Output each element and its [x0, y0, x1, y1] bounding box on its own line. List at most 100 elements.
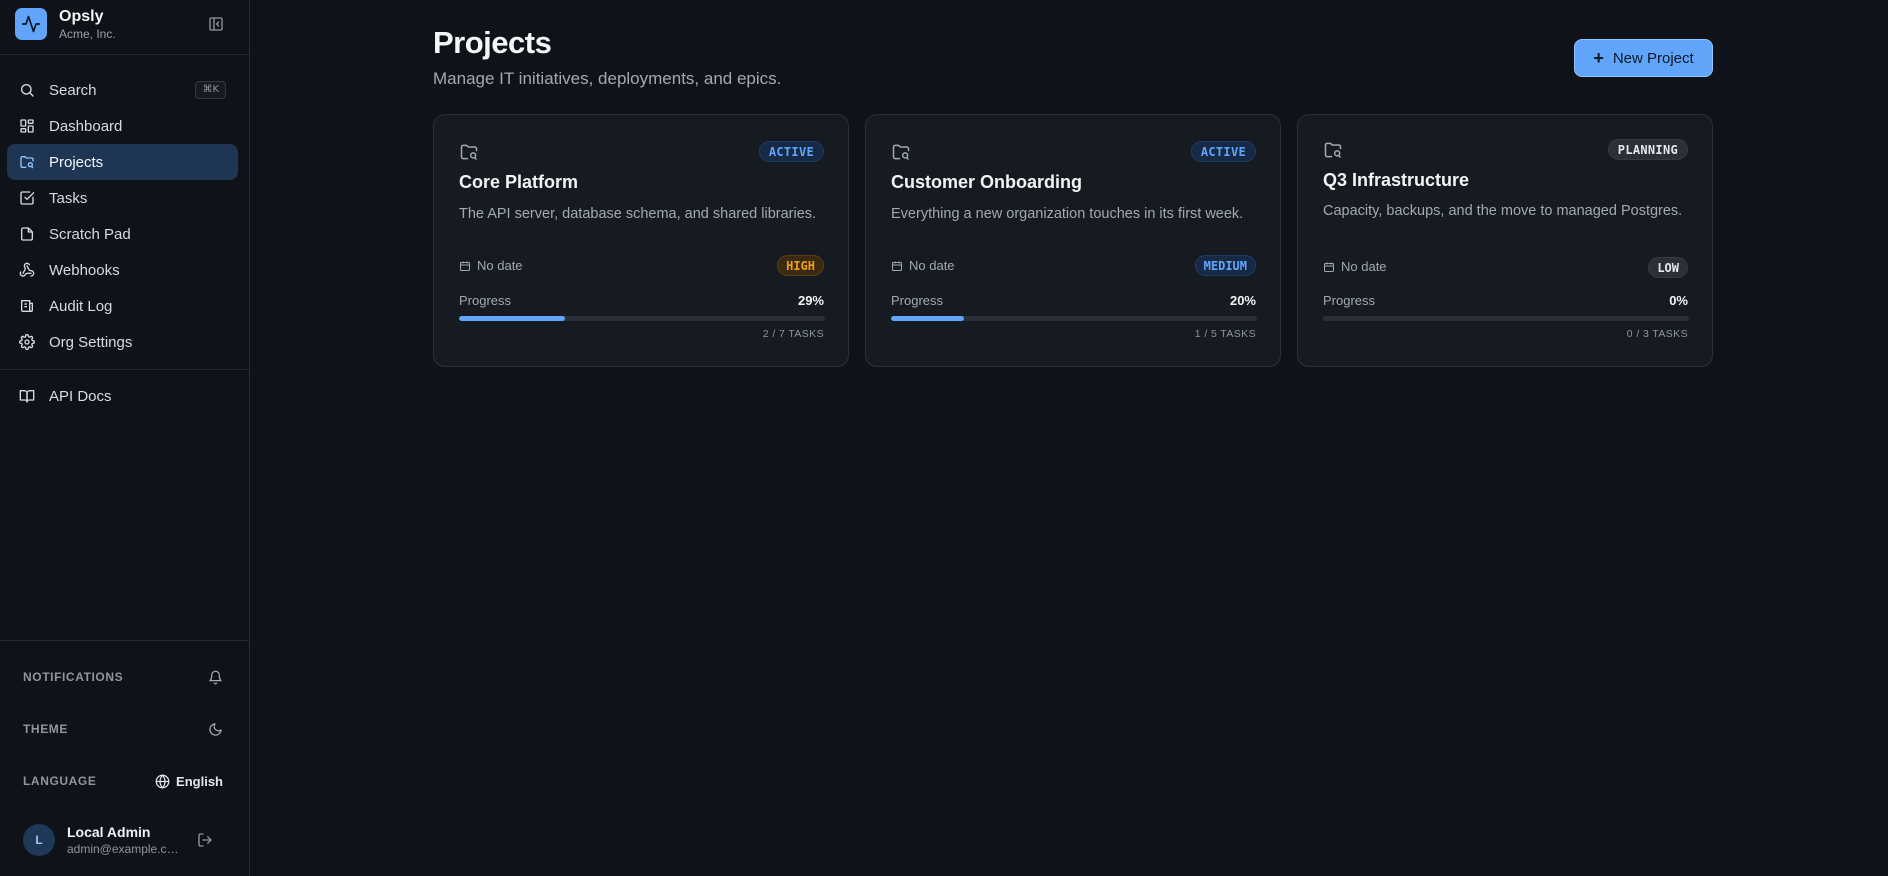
- brand-name: Opsly: [59, 8, 104, 25]
- date-text: No date: [477, 258, 523, 273]
- nav-divider: [0, 369, 249, 370]
- sidebar-item-org-settings[interactable]: Org Settings: [7, 324, 238, 360]
- calendar-icon: [891, 260, 903, 272]
- progress-label: Progress: [1323, 293, 1376, 308]
- progress-fill: [891, 316, 965, 321]
- progress-bar: [1323, 316, 1689, 321]
- priority-badge: MEDIUM: [1194, 255, 1256, 276]
- language-value: English: [176, 773, 223, 789]
- progress-label: Progress: [891, 293, 944, 308]
- project-card[interactable]: ACTIVE Customer Onboarding Everything a …: [865, 114, 1281, 367]
- project-date: No date: [891, 258, 955, 273]
- folder-search-icon: [459, 142, 479, 162]
- progress-bar: [891, 316, 1257, 321]
- sidebar-item-search[interactable]: Search ⌘K: [7, 72, 238, 108]
- log-icon: [19, 298, 35, 314]
- sidebar-item-webhooks[interactable]: Webhooks: [7, 252, 238, 288]
- calendar-icon: [459, 260, 471, 272]
- theme-row: THEME: [23, 719, 223, 739]
- bell-icon[interactable]: [208, 667, 223, 687]
- task-count: 2 / 7 TASKS: [762, 328, 824, 340]
- sidebar: Opsly Acme, Inc. Search ⌘K Dashboard Pro…: [0, 0, 250, 876]
- progress-value: 0%: [1669, 293, 1688, 308]
- globe-icon: [155, 773, 170, 789]
- task-count: 1 / 5 TASKS: [1194, 328, 1256, 340]
- sidebar-item-dashboard[interactable]: Dashboard: [7, 108, 238, 144]
- main-nav: Search ⌘K Dashboard Projects Tasks Scrat…: [7, 72, 238, 360]
- footer-divider: [0, 640, 249, 641]
- webhook-icon: [19, 262, 35, 278]
- sidebar-item-label: API Docs: [49, 387, 112, 405]
- folder-icon: [19, 154, 35, 170]
- gear-icon: [19, 334, 35, 350]
- project-card[interactable]: PLANNING Q3 Infrastructure Capacity, bac…: [1297, 114, 1713, 367]
- priority-badge: HIGH: [777, 255, 824, 276]
- sidebar-item-audit-log[interactable]: Audit Log: [7, 288, 238, 324]
- language-label: LANGUAGE: [23, 774, 97, 788]
- notifications-row: NOTIFICATIONS: [23, 667, 223, 687]
- book-icon: [19, 388, 35, 404]
- calendar-icon: [1323, 261, 1335, 273]
- avatar: L: [23, 824, 55, 856]
- project-date: No date: [459, 258, 523, 273]
- user-name: Local Admin: [67, 824, 151, 840]
- brand-header: Opsly Acme, Inc.: [0, 0, 249, 55]
- new-project-button[interactable]: + New Project: [1574, 39, 1713, 77]
- project-title: Core Platform: [459, 172, 579, 192]
- sidebar-item-label: Dashboard: [49, 117, 123, 135]
- status-badge: ACTIVE: [1190, 141, 1256, 162]
- brand-org: Acme, Inc.: [59, 27, 116, 41]
- search-icon: [19, 82, 35, 98]
- shortcut-badge: ⌘K: [195, 81, 226, 99]
- page-subtitle: Manage IT initiatives, deployments, and …: [433, 69, 782, 88]
- folder-search-icon: [1323, 140, 1343, 160]
- sidebar-item-api-docs[interactable]: API Docs: [7, 378, 238, 414]
- logout-icon[interactable]: [197, 832, 213, 848]
- checkbox-icon: [19, 190, 35, 206]
- language-select[interactable]: English: [155, 771, 223, 791]
- project-card[interactable]: ACTIVE Core Platform The API server, dat…: [433, 114, 849, 367]
- project-date: No date: [1323, 259, 1387, 274]
- user-profile: L Local Admin admin@example.com: [23, 822, 223, 858]
- activity-logo-icon: [15, 8, 47, 40]
- secondary-nav: API Docs: [7, 378, 238, 414]
- user-email: admin@example.com: [67, 842, 182, 856]
- sidebar-item-label: Search: [49, 81, 97, 99]
- theme-label: THEME: [23, 722, 68, 736]
- page-title: Projects: [433, 25, 552, 60]
- file-icon: [19, 226, 35, 242]
- project-title: Customer Onboarding: [891, 172, 1083, 192]
- sidebar-collapse-icon[interactable]: [207, 15, 225, 33]
- sidebar-item-label: Tasks: [49, 189, 88, 207]
- progress-value: 20%: [1229, 293, 1256, 308]
- sidebar-item-label: Projects: [49, 153, 104, 171]
- status-badge: PLANNING: [1607, 139, 1688, 160]
- project-description: Capacity, backups, and the move to manag…: [1323, 203, 1683, 219]
- sidebar-item-projects[interactable]: Projects: [7, 144, 238, 180]
- sidebar-item-label: Org Settings: [49, 333, 133, 351]
- plus-icon: +: [1593, 48, 1604, 68]
- notifications-label: NOTIFICATIONS: [23, 670, 124, 684]
- sidebar-item-scratch-pad[interactable]: Scratch Pad: [7, 216, 238, 252]
- date-text: No date: [1341, 259, 1387, 274]
- new-project-label: New Project: [1612, 49, 1694, 67]
- project-title: Q3 Infrastructure: [1323, 170, 1470, 190]
- folder-search-icon: [891, 142, 911, 162]
- progress-label: Progress: [459, 293, 512, 308]
- moon-icon[interactable]: [208, 719, 223, 739]
- sidebar-item-label: Scratch Pad: [49, 225, 131, 243]
- status-badge: ACTIVE: [758, 141, 824, 162]
- project-description: The API server, database schema, and sha…: [459, 206, 817, 222]
- language-row: LANGUAGE English: [23, 771, 223, 791]
- priority-badge: LOW: [1648, 257, 1688, 278]
- task-count: 0 / 3 TASKS: [1626, 328, 1688, 340]
- sidebar-item-tasks[interactable]: Tasks: [7, 180, 238, 216]
- progress-value: 29%: [797, 293, 824, 308]
- grid-icon: [19, 118, 35, 134]
- project-description: Everything a new organization touches in…: [891, 206, 1244, 222]
- date-text: No date: [909, 258, 955, 273]
- sidebar-item-label: Audit Log: [49, 297, 113, 315]
- progress-bar: [459, 316, 825, 321]
- sidebar-item-label: Webhooks: [49, 261, 120, 279]
- progress-fill: [459, 316, 566, 321]
